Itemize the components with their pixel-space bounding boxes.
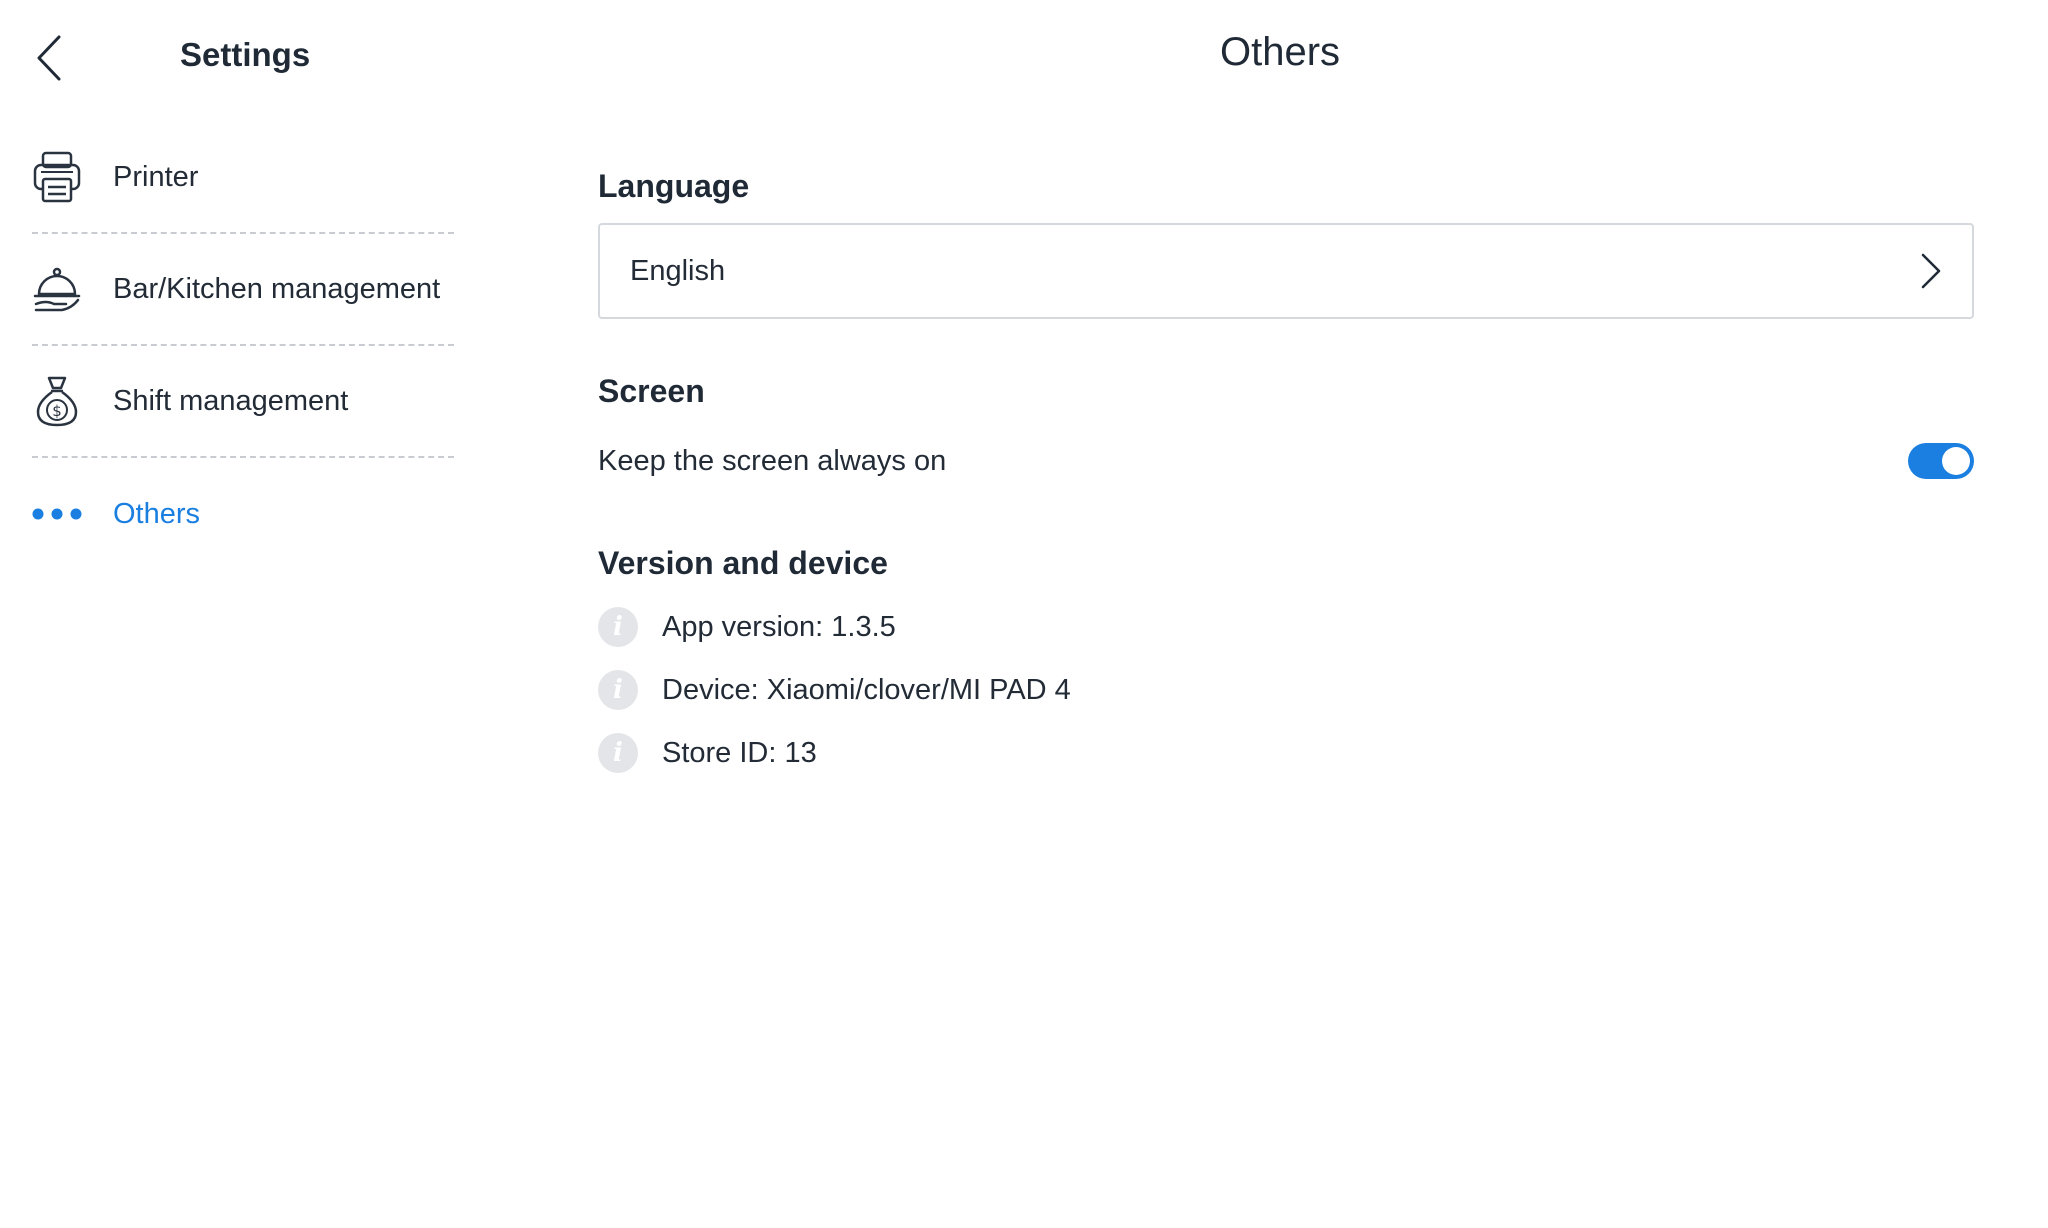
settings-menu: Printer Bar/Kitchen management $ Shift m…	[32, 122, 454, 570]
sidebar-item-label: Bar/Kitchen management	[113, 272, 441, 305]
sidebar-item-bar-kitchen[interactable]: Bar/Kitchen management	[32, 234, 454, 346]
serving-cloche-icon	[32, 261, 82, 317]
info-row-device: i Device: Xiaomi/clover/MI PAD 4	[598, 668, 1071, 712]
sidebar-title: Settings	[180, 36, 311, 73]
keep-screen-on-row: Keep the screen always on	[598, 436, 1974, 486]
chevron-left-icon	[37, 35, 61, 81]
language-value: English	[630, 254, 726, 287]
back-button[interactable]	[28, 28, 72, 88]
info-icon: i	[598, 733, 638, 773]
info-icon: i	[598, 670, 638, 710]
info-text: App version: 1.3.5	[662, 610, 896, 643]
sidebar-item-shift[interactable]: $ Shift management	[32, 346, 454, 458]
language-section-title: Language	[598, 168, 750, 204]
info-icon: i	[598, 607, 638, 647]
info-text: Device: Xiaomi/clover/MI PAD 4	[662, 673, 1071, 706]
info-row-store-id: i Store ID: 13	[598, 731, 817, 775]
version-section-title: Version and device	[598, 545, 888, 581]
sidebar-item-label: Others	[113, 497, 201, 530]
sidebar: Settings Printer Bar/Kitchen management …	[0, 0, 470, 1228]
svg-text:$: $	[52, 402, 62, 420]
sidebar-item-label: Printer	[113, 160, 199, 193]
printer-icon	[32, 149, 82, 205]
page-title: Others	[1219, 30, 1341, 74]
sidebar-item-label: Shift management	[113, 384, 349, 417]
more-dots-icon	[32, 486, 82, 542]
keep-screen-on-label: Keep the screen always on	[598, 444, 947, 477]
toggle-knob	[1942, 447, 1970, 475]
chevron-right-icon	[1921, 253, 1941, 289]
settings-screen: Settings Printer Bar/Kitchen management …	[0, 0, 2048, 1228]
screen-section-title: Screen	[598, 373, 705, 409]
info-row-app-version: i App version: 1.3.5	[598, 605, 896, 649]
sidebar-item-others[interactable]: Others	[32, 458, 454, 570]
money-bag-icon: $	[32, 373, 82, 429]
keep-screen-on-toggle[interactable]	[1908, 443, 1974, 479]
sidebar-item-printer[interactable]: Printer	[32, 122, 454, 234]
language-select[interactable]: English	[598, 223, 1974, 319]
info-text: Store ID: 13	[662, 736, 817, 769]
